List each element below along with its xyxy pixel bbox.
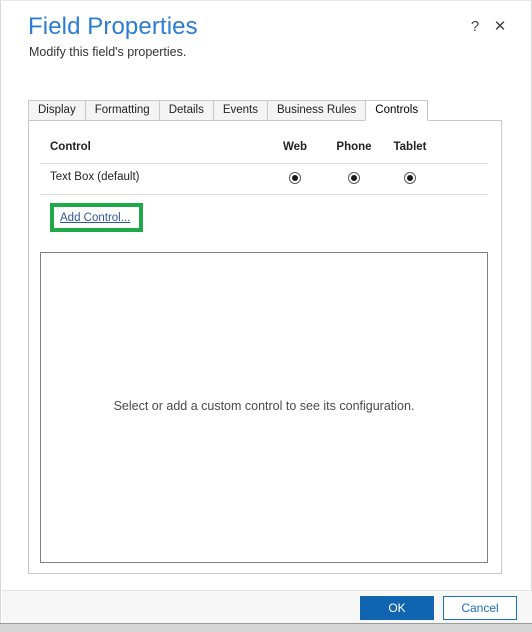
radio-phone[interactable] [348,172,360,184]
close-icon[interactable]: ✕ [491,18,509,36]
configuration-empty-message: Select or add a custom control to see it… [113,399,415,413]
question-mark-icon[interactable]: ? [467,18,483,36]
tab-controls[interactable]: Controls [365,100,429,121]
add-control-link[interactable]: Add Control... [60,212,130,224]
tab-events[interactable]: Events [212,100,268,121]
radio-web[interactable] [289,172,301,184]
dialog-footer: OK Cancel [2,590,532,625]
column-header-tablet: Tablet [393,141,427,153]
page-subtitle: Modify this field's properties. [29,45,187,59]
radio-tablet[interactable] [404,172,416,184]
control-name-cell: Text Box (default) [50,171,140,183]
tab-business-rules[interactable]: Business Rules [267,100,366,121]
control-table: Control Web Phone Tablet Text Box (defau… [40,137,488,232]
table-header-row: Control Web Phone Tablet [40,137,488,164]
column-header-web: Web [282,141,308,153]
ok-button[interactable]: OK [360,596,434,620]
tab-display[interactable]: Display [28,100,85,121]
dialog-header: Field Properties Modify this field's pro… [1,1,532,89]
page-title: Field Properties [28,13,198,40]
column-header-control: Control [50,141,91,153]
tab-strip: Display Formatting Details Events Busine… [28,100,429,121]
column-header-phone: Phone [336,141,372,153]
field-properties-dialog: Field Properties Modify this field's pro… [0,0,532,631]
control-configuration-area: Select or add a custom control to see it… [40,252,488,563]
cancel-button[interactable]: Cancel [443,596,517,620]
table-row: Text Box (default) [40,164,488,195]
tab-details[interactable]: Details [158,100,213,121]
tab-formatting[interactable]: Formatting [84,100,159,121]
controls-tab-panel: Control Web Phone Tablet Text Box (defau… [28,120,502,574]
